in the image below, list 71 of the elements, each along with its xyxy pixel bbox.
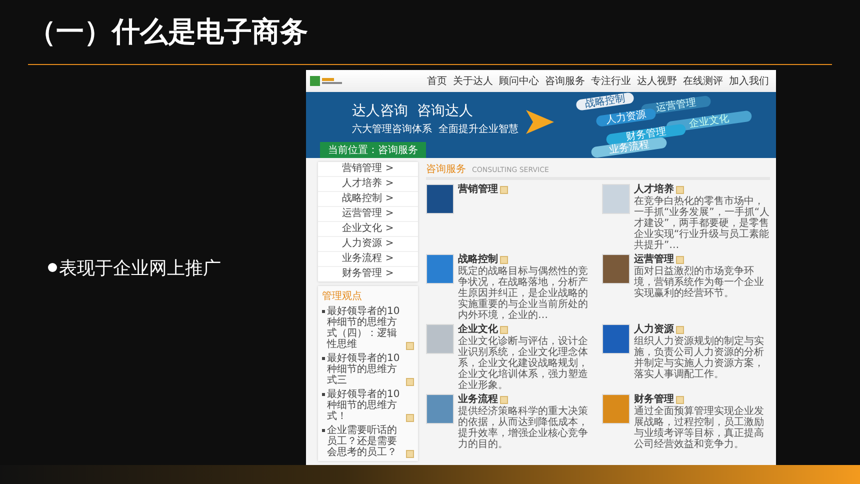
logo-icon [310,75,344,88]
banner-headline: 达人咨询 咨询达人 [352,102,474,120]
service-description: 组织人力资源规划的制定与实施，负责公司人力资源的分析并制定与实施人力资源方案，落实人事调配工作。 [634,336,765,380]
document-icon [500,256,508,264]
news-link[interactable]: 最好领导者的10种细节的思维方式！ [327,389,404,422]
photo-placeholder [426,184,454,214]
nav-link[interactable]: 关于达人 [450,74,496,88]
service-title[interactable]: 战略控制 [458,254,498,266]
service-description: 通过全面预算管理实现企业发展战略，过程控制，员工激励与业绩考评等目标，真正提高公司经营效益和竞争力。 [634,406,765,450]
section-title: 咨询服务 [426,163,466,176]
breadcrumb: 当前位置：咨询服务 [320,142,426,158]
service-description: 企业文化诊断与评估，设计企业识别系统，企业文化理念体系，企业文化建设战略规划，企业文化培训体系，强力塑造企业形象。 [458,336,589,392]
document-icon [500,326,508,334]
arrow-icon [526,110,554,134]
menu-item[interactable]: 企业文化 > [318,222,418,238]
photo-placeholder [602,184,630,214]
menu-item[interactable]: 战略控制 > [318,192,418,208]
service-description: 在竞争白热化的零售市场中，一手抓“业务发展”，一手抓“人才建设”，两手都要硬，是零售企业实现“行业升级与员工素能共提升”… [634,196,770,252]
banner-ribbon: 人力资源 [596,108,656,128]
bullet-icon [48,263,57,272]
nav-link[interactable]: 咨询服务 [542,74,588,88]
document-icon [676,396,684,404]
photo-placeholder [426,324,454,354]
service-title[interactable]: 人才培养 [634,184,674,196]
photo-placeholder [426,254,454,284]
bullet-icon [322,357,325,360]
news-link[interactable]: 企业需要听话的员工？还是需要会思考的员工？ [327,425,404,458]
menu-item[interactable]: 业务流程 > [318,252,418,268]
banner-subline: 六大管理咨询体系 全面提升企业智慧 [352,122,518,136]
photo-placeholder [426,394,454,424]
menu-item[interactable]: 财务管理 > [318,267,418,282]
nav-link[interactable]: 首页 [424,74,450,88]
service-title[interactable]: 业务流程 [458,394,498,406]
menu-item[interactable]: 运营管理 > [318,207,418,222]
nav-link[interactable]: 加入我们 [726,74,772,88]
nav-link[interactable]: 在线测评 [680,74,726,88]
service-title[interactable]: 运营管理 [634,254,674,266]
service-description: 面对日益激烈的市场竞争环境，营销系统作为每一个企业实现赢利的经营环节。 [634,266,765,300]
news-link[interactable]: 最好领导者的10种细节的思维方式（四）：逻辑性思维 [327,306,404,350]
menu-item[interactable]: 营销管理 > [318,162,418,178]
service-title[interactable]: 人力资源 [634,324,674,336]
bullet-icon [322,310,325,314]
menu-item[interactable]: 人力资源 > [318,237,418,252]
document-icon [406,414,414,422]
photo-placeholder [602,324,630,354]
service-title[interactable]: 企业文化 [458,324,498,336]
document-icon [676,256,684,264]
nav-link[interactable]: 顾问中心 [496,74,542,88]
bullet-icon [322,429,325,432]
news-link[interactable]: 最好领导者的10种细节的思维方式三 [327,353,404,386]
document-icon [406,378,414,386]
nav-link[interactable]: 专注行业 [588,74,634,88]
document-icon [500,186,508,194]
service-title[interactable]: 营销管理 [458,184,498,196]
bullet-icon [322,393,325,396]
document-icon [676,326,684,334]
service-description: 提供经济策略科学的重大决策的依据，从而达到降低成本，提升效率，增强企业核心竞争力的目的。 [458,406,589,450]
banner-ribbon: 战略控制 [576,92,634,112]
photo-placeholder [602,254,630,284]
service-description: 既定的战略目标与偶然性的竞争状况，在战略落地，分析产生原因并纠正，是企业战略的实施重要的与企业当前所处的内外环境，企业的… [458,266,589,322]
nav-link[interactable]: 达人视野 [634,74,680,88]
photo-placeholder [602,394,630,424]
news-title: 管理观点 [322,290,363,304]
menu-item[interactable]: 人才培养 > [318,177,418,192]
bullet-text: 表现于企业网上推广 [59,256,221,280]
slide-title: （一）什么是电子商务 [28,14,308,50]
document-icon [500,396,508,404]
document-icon [406,342,414,350]
document-icon [406,450,414,458]
document-icon [676,186,684,194]
service-title[interactable]: 财务管理 [634,394,674,406]
